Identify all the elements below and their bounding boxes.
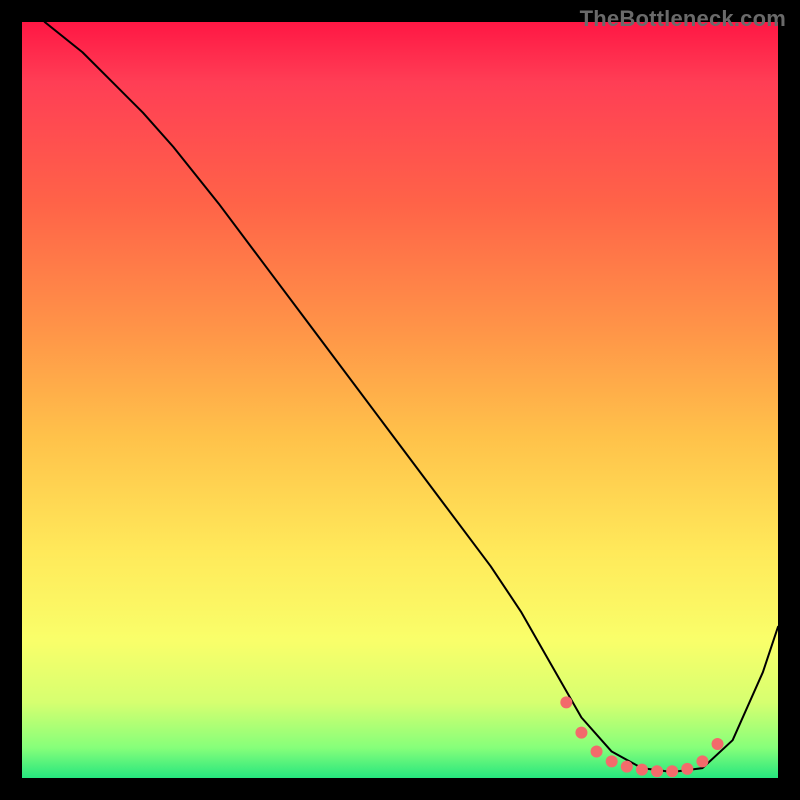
watermark-text: TheBottleneck.com	[580, 6, 786, 32]
curve-line	[45, 22, 778, 772]
chart-frame: TheBottleneck.com	[0, 0, 800, 800]
valley-dot	[651, 765, 663, 777]
valley-dot	[575, 727, 587, 739]
valley-dot	[560, 696, 572, 708]
valley-dot	[621, 761, 633, 773]
valley-dot	[636, 764, 648, 776]
chart-svg	[22, 22, 778, 778]
valley-dot	[696, 755, 708, 767]
valley-dot	[666, 765, 678, 777]
valley-dot	[591, 746, 603, 758]
valley-dot	[712, 738, 724, 750]
valley-dot	[606, 755, 618, 767]
valley-dots-group	[560, 696, 723, 777]
chart-plot-area	[22, 22, 778, 778]
valley-dot	[681, 763, 693, 775]
